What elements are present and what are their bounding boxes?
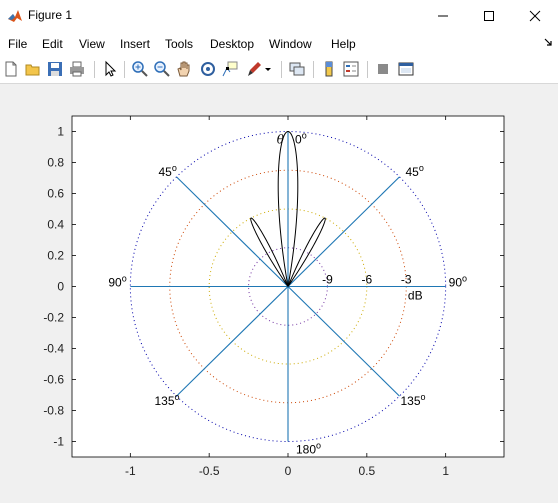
y-tick-label: -0.2 bbox=[43, 311, 64, 325]
toolbar-separator bbox=[124, 61, 125, 78]
x-tick-label: -1 bbox=[125, 464, 136, 478]
brush-dropdown-button[interactable] bbox=[263, 60, 273, 78]
open-file-button[interactable] bbox=[24, 60, 42, 78]
colorbar-icon bbox=[325, 61, 333, 77]
maximize-button[interactable] bbox=[466, 0, 512, 31]
save-button[interactable] bbox=[46, 60, 64, 78]
pan-button[interactable] bbox=[175, 60, 193, 78]
x-tick-label: 1 bbox=[442, 464, 449, 478]
save-icon bbox=[48, 62, 62, 76]
rotate-3d-button[interactable] bbox=[199, 60, 217, 78]
open-file-icon bbox=[25, 64, 40, 76]
chevron-down-icon bbox=[265, 68, 271, 71]
toolbar-separator bbox=[367, 61, 368, 78]
theta-label: θ bbox=[277, 133, 285, 147]
y-tick-label: -0.4 bbox=[43, 342, 64, 356]
menu-insert[interactable]: Insert bbox=[120, 37, 150, 51]
x-tick-label: -0.5 bbox=[199, 464, 220, 478]
title-bar: Figure 1 bbox=[0, 0, 558, 31]
edit-plot-button[interactable] bbox=[101, 60, 119, 78]
rotate-3d-icon bbox=[201, 62, 215, 76]
close-button[interactable] bbox=[512, 0, 558, 31]
hide-plot-tools-button[interactable] bbox=[374, 60, 392, 78]
zoom-in-icon bbox=[132, 61, 148, 77]
menu-bar: File Edit View Insert Tools Desktop Wind… bbox=[0, 31, 558, 56]
print-button[interactable] bbox=[68, 60, 86, 78]
db-tick-label: -6 bbox=[361, 273, 372, 287]
menu-view[interactable]: View bbox=[79, 37, 105, 51]
y-tick-label: -0.6 bbox=[43, 373, 64, 387]
show-plot-tools-button[interactable] bbox=[397, 60, 415, 78]
colorbar-button[interactable] bbox=[320, 60, 338, 78]
minimize-button[interactable] bbox=[420, 0, 466, 31]
matlab-logo-icon bbox=[8, 10, 22, 22]
show-plot-tools-icon bbox=[398, 62, 414, 76]
link-plot-button[interactable] bbox=[288, 60, 306, 78]
new-figure-icon bbox=[5, 61, 17, 77]
zoom-in-button[interactable] bbox=[131, 60, 149, 78]
toolbar bbox=[0, 56, 558, 84]
window-title: Figure 1 bbox=[28, 8, 73, 22]
menu-edit[interactable]: Edit bbox=[42, 37, 63, 51]
close-icon bbox=[529, 10, 541, 22]
edit-plot-icon bbox=[105, 60, 117, 77]
legend-button[interactable] bbox=[342, 60, 360, 78]
y-tick-label: -1 bbox=[53, 435, 64, 449]
print-icon bbox=[70, 61, 84, 77]
menu-window[interactable]: Window bbox=[269, 37, 312, 51]
y-tick-label: 0 bbox=[57, 280, 64, 294]
menu-tools[interactable]: Tools bbox=[165, 37, 193, 51]
toolbar-separator bbox=[313, 61, 314, 78]
y-tick-label: 0.8 bbox=[47, 156, 64, 170]
db-tick-label: -9 bbox=[322, 273, 333, 287]
hide-plot-tools-icon bbox=[378, 64, 388, 74]
menu-file[interactable]: File bbox=[8, 37, 27, 51]
db-unit-label: dB bbox=[408, 289, 423, 303]
y-tick-label: 0.4 bbox=[47, 218, 64, 232]
polar-plot-axes[interactable]: -1 -0.5 0 0.5 1 1 0.8 0.6 0.4 0.2 0 -0.2 -0.4 -0.6 -0… bbox=[0, 84, 558, 503]
menu-desktop[interactable]: Desktop bbox=[210, 37, 254, 51]
y-tick-label: -0.8 bbox=[43, 404, 64, 418]
minimize-icon bbox=[438, 15, 448, 17]
y-tick-label: 1 bbox=[57, 125, 64, 139]
new-figure-button[interactable] bbox=[2, 60, 20, 78]
y-tick-label: 0.2 bbox=[47, 249, 64, 263]
toolbar-separator bbox=[94, 61, 95, 78]
brush-button[interactable] bbox=[245, 60, 263, 78]
legend-icon bbox=[343, 61, 359, 77]
figure-area: -1 -0.5 0 0.5 1 1 0.8 0.6 0.4 0.2 0 -0.2 -0.4 -0.6 -0… bbox=[0, 84, 558, 503]
maximize-icon bbox=[484, 11, 494, 21]
zoom-out-button[interactable] bbox=[153, 60, 171, 78]
brush-icon bbox=[248, 62, 261, 76]
menu-help[interactable]: Help bbox=[331, 37, 356, 51]
x-tick-label: 0.5 bbox=[358, 464, 375, 478]
zoom-out-icon bbox=[154, 61, 170, 77]
dock-arrow-icon[interactable] bbox=[543, 37, 553, 47]
db-tick-label: -3 bbox=[401, 273, 412, 287]
pan-icon bbox=[177, 61, 190, 77]
data-cursor-button[interactable] bbox=[221, 60, 239, 78]
y-tick-label: 0.6 bbox=[47, 187, 64, 201]
data-cursor-icon bbox=[222, 61, 238, 77]
x-tick-label: 0 bbox=[285, 464, 292, 478]
link-plot-icon bbox=[289, 62, 305, 76]
toolbar-separator bbox=[281, 61, 282, 78]
